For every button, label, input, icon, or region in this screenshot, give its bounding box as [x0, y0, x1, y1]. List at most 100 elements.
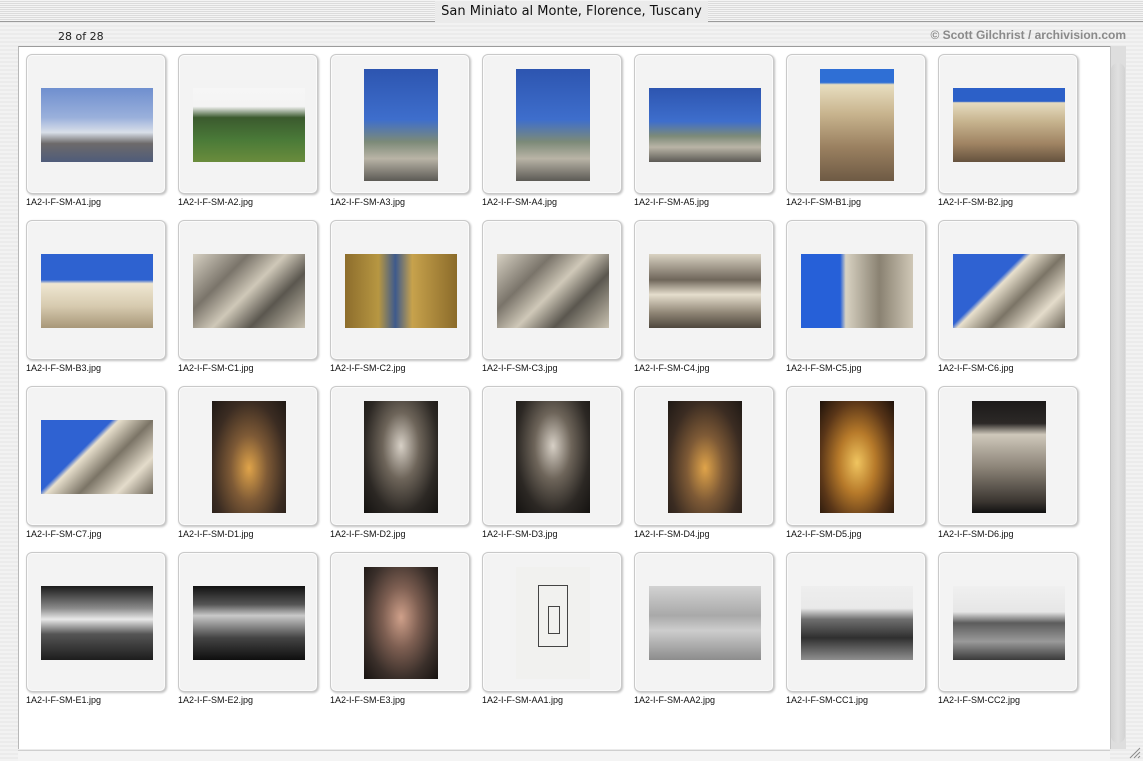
- horizontal-scrollbar[interactable]: [18, 750, 1110, 761]
- slide-thumbnail[interactable]: [41, 420, 153, 494]
- slide-cell[interactable]: 1A2-I-F-SM-A2.jpg: [171, 47, 323, 213]
- slide-mount[interactable]: [482, 220, 622, 360]
- slide-mount[interactable]: [786, 386, 926, 526]
- slide-filename: 1A2-I-F-SM-AA1.jpg: [482, 695, 564, 705]
- slide-cell[interactable]: 1A2-I-F-SM-A4.jpg: [475, 47, 627, 213]
- slide-thumbnail[interactable]: [212, 401, 286, 513]
- slide-cell[interactable]: 1A2-I-F-SM-D2.jpg: [323, 379, 475, 545]
- slide-thumbnail[interactable]: [516, 567, 590, 679]
- slide-filename: 1A2-I-F-SM-A1.jpg: [26, 197, 102, 207]
- slide-mount[interactable]: [26, 386, 166, 526]
- slide-cell[interactable]: 1A2-I-F-SM-B3.jpg: [19, 213, 171, 379]
- slide-thumbnail[interactable]: [668, 401, 742, 513]
- slide-mount[interactable]: [330, 386, 470, 526]
- slide-mount[interactable]: [26, 220, 166, 360]
- slide-cell[interactable]: 1A2-I-F-SM-CC1.jpg: [779, 545, 931, 711]
- slide-thumbnail[interactable]: [820, 69, 894, 181]
- slide-thumbnail[interactable]: [41, 254, 153, 328]
- slide-thumbnail[interactable]: [41, 586, 153, 660]
- slide-thumbnail[interactable]: [364, 567, 438, 679]
- viewer-window: 28 of 28 © Scott Gilchrist / archivision…: [0, 23, 1143, 761]
- slide-cell[interactable]: 1A2-I-F-SM-AA1.jpg: [475, 545, 627, 711]
- slide-mount[interactable]: [634, 54, 774, 194]
- slide-cell[interactable]: 1A2-I-F-SM-E1.jpg: [19, 545, 171, 711]
- slide-thumbnail[interactable]: [516, 69, 590, 181]
- slide-cell[interactable]: 1A2-I-F-SM-C6.jpg: [931, 213, 1083, 379]
- slide-thumbnail[interactable]: [801, 586, 913, 660]
- slide-mount[interactable]: [634, 552, 774, 692]
- slide-mount[interactable]: [634, 220, 774, 360]
- slide-mount[interactable]: [938, 54, 1078, 194]
- slide-cell[interactable]: 1A2-I-F-SM-B2.jpg: [931, 47, 1083, 213]
- title-bar[interactable]: San Miniato al Monte, Florence, Tuscany: [0, 0, 1143, 23]
- resize-grip-icon[interactable]: [1127, 745, 1141, 759]
- slide-thumbnail[interactable]: [516, 401, 590, 513]
- slide-thumbnail[interactable]: [345, 254, 457, 328]
- slide-mount[interactable]: [938, 220, 1078, 360]
- slide-mount[interactable]: [330, 54, 470, 194]
- slide-filename: 1A2-I-F-SM-C2.jpg: [330, 363, 406, 373]
- slide-mount[interactable]: [26, 54, 166, 194]
- slide-thumbnail[interactable]: [193, 586, 305, 660]
- slide-mount[interactable]: [786, 220, 926, 360]
- slide-cell[interactable]: 1A2-I-F-SM-AA2.jpg: [627, 545, 779, 711]
- slide-mount[interactable]: [786, 54, 926, 194]
- slide-thumbnail[interactable]: [649, 254, 761, 328]
- slide-thumbnail[interactable]: [801, 254, 913, 328]
- slide-mount[interactable]: [482, 386, 622, 526]
- slide-cell[interactable]: 1A2-I-F-SM-D5.jpg: [779, 379, 931, 545]
- slide-thumbnail[interactable]: [820, 401, 894, 513]
- slide-cell[interactable]: 1A2-I-F-SM-B1.jpg: [779, 47, 931, 213]
- slide-thumbnail[interactable]: [41, 88, 153, 162]
- slide-thumbnail[interactable]: [649, 88, 761, 162]
- slide-cell[interactable]: 1A2-I-F-SM-E3.jpg: [323, 545, 475, 711]
- scroll-thumb[interactable]: [1111, 63, 1125, 743]
- slide-mount[interactable]: [26, 552, 166, 692]
- slide-filename: 1A2-I-F-SM-C5.jpg: [786, 363, 862, 373]
- slide-mount[interactable]: [330, 220, 470, 360]
- slide-cell[interactable]: 1A2-I-F-SM-C3.jpg: [475, 213, 627, 379]
- slide-cell[interactable]: 1A2-I-F-SM-C5.jpg: [779, 213, 931, 379]
- copyright-credit: © Scott Gilchrist / archivision.com: [930, 28, 1126, 42]
- slide-thumbnail[interactable]: [953, 254, 1065, 328]
- slide-cell[interactable]: 1A2-I-F-SM-D6.jpg: [931, 379, 1083, 545]
- slide-cell[interactable]: 1A2-I-F-SM-D1.jpg: [171, 379, 323, 545]
- slide-thumbnail[interactable]: [972, 401, 1046, 513]
- slide-mount[interactable]: [178, 552, 318, 692]
- slide-mount[interactable]: [634, 386, 774, 526]
- slide-cell[interactable]: 1A2-I-F-SM-E2.jpg: [171, 545, 323, 711]
- slide-cell[interactable]: 1A2-I-F-SM-C1.jpg: [171, 213, 323, 379]
- slide-cell[interactable]: 1A2-I-F-SM-CC2.jpg: [931, 545, 1083, 711]
- slide-thumbnail[interactable]: [953, 88, 1065, 162]
- slide-mount[interactable]: [178, 54, 318, 194]
- slide-thumbnail[interactable]: [364, 69, 438, 181]
- slide-filename: 1A2-I-F-SM-B3.jpg: [26, 363, 102, 373]
- slide-filename: 1A2-I-F-SM-E3.jpg: [330, 695, 406, 705]
- image-counter: 28 of 28: [58, 30, 104, 43]
- slide-cell[interactable]: 1A2-I-F-SM-A3.jpg: [323, 47, 475, 213]
- slide-mount[interactable]: [178, 220, 318, 360]
- slide-mount[interactable]: [938, 552, 1078, 692]
- slide-thumbnail[interactable]: [649, 586, 761, 660]
- slide-thumbnail[interactable]: [497, 254, 609, 328]
- slide-mount[interactable]: [482, 552, 622, 692]
- slide-mount[interactable]: [330, 552, 470, 692]
- slide-thumbnail[interactable]: [193, 88, 305, 162]
- slide-cell[interactable]: 1A2-I-F-SM-C4.jpg: [627, 213, 779, 379]
- slide-cell[interactable]: 1A2-I-F-SM-D3.jpg: [475, 379, 627, 545]
- slide-filename: 1A2-I-F-SM-C7.jpg: [26, 529, 102, 539]
- slide-cell[interactable]: 1A2-I-F-SM-C7.jpg: [19, 379, 171, 545]
- slide-mount[interactable]: [482, 54, 622, 194]
- slide-thumbnail[interactable]: [953, 586, 1065, 660]
- slide-cell[interactable]: 1A2-I-F-SM-C2.jpg: [323, 213, 475, 379]
- slide-filename: 1A2-I-F-SM-C4.jpg: [634, 363, 710, 373]
- slide-mount[interactable]: [178, 386, 318, 526]
- slide-filename: 1A2-I-F-SM-D1.jpg: [178, 529, 254, 539]
- slide-mount[interactable]: [786, 552, 926, 692]
- slide-thumbnail[interactable]: [364, 401, 438, 513]
- slide-cell[interactable]: 1A2-I-F-SM-A5.jpg: [627, 47, 779, 213]
- slide-thumbnail[interactable]: [193, 254, 305, 328]
- slide-cell[interactable]: 1A2-I-F-SM-D4.jpg: [627, 379, 779, 545]
- slide-mount[interactable]: [938, 386, 1078, 526]
- slide-cell[interactable]: 1A2-I-F-SM-A1.jpg: [19, 47, 171, 213]
